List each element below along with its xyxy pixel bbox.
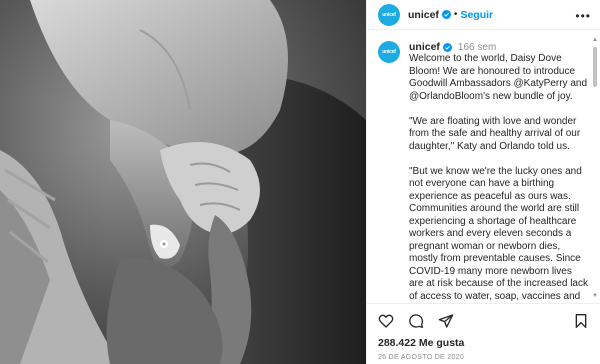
heart-icon[interactable]: [378, 313, 394, 329]
scroll-down-arrow-icon[interactable]: ▼: [592, 293, 598, 299]
caption-header: unicef 166 sem: [409, 41, 589, 53]
bookmark-icon[interactable]: [573, 313, 589, 329]
caption-verified-badge-icon: [442, 42, 452, 52]
more-options-icon[interactable]: •••: [575, 9, 591, 23]
verified-badge-icon: [441, 10, 451, 19]
follow-button[interactable]: Seguir: [460, 9, 493, 21]
header-separator: •: [453, 9, 458, 20]
action-icons: [378, 313, 454, 329]
post-side-panel: unicef unicef • Seguir ••• unicef unicef: [366, 0, 600, 364]
caption-scroll-area[interactable]: unicef unicef 166 sem Welcome to the wor…: [367, 31, 593, 302]
unicef-avatar[interactable]: unicef: [378, 3, 400, 26]
post-date[interactable]: 26 DE AGOSTO DE 2020: [378, 354, 464, 361]
caption-scrollbar[interactable]: ▲ ▼: [592, 37, 598, 299]
caption-username[interactable]: unicef: [409, 41, 440, 53]
caption-row: unicef unicef 166 sem Welcome to the wor…: [367, 31, 593, 302]
share-icon[interactable]: [438, 313, 454, 329]
scroll-thumb[interactable]: [593, 47, 597, 87]
scroll-up-arrow-icon[interactable]: ▲: [592, 37, 598, 43]
likes-label: Me gusta: [418, 337, 465, 349]
caption-body: unicef 166 sem Welcome to the world, Dai…: [409, 41, 589, 302]
likes-count[interactable]: 288.422 Me gusta: [378, 337, 464, 349]
caption-avatar[interactable]: unicef: [378, 41, 400, 63]
caption-avatar-logo-text: unicef: [382, 49, 396, 55]
post-header: unicef unicef • Seguir •••: [367, 0, 600, 30]
avatar-logo-text: unicef: [382, 11, 396, 18]
post-actions: 288.422 Me gusta 26 DE AGOSTO DE 2020: [367, 303, 600, 364]
comment-icon[interactable]: [408, 313, 424, 329]
instagram-post: unicef unicef • Seguir ••• unicef unicef: [0, 0, 600, 364]
header-username[interactable]: unicef: [408, 9, 439, 21]
baby-hands-photo: [0, 0, 366, 364]
caption-time[interactable]: 166 sem: [458, 42, 496, 53]
caption-text: Welcome to the world, Daisy Dove Bloom! …: [409, 53, 588, 302]
post-photo[interactable]: [0, 0, 366, 364]
likes-number: 288.422: [378, 337, 416, 349]
